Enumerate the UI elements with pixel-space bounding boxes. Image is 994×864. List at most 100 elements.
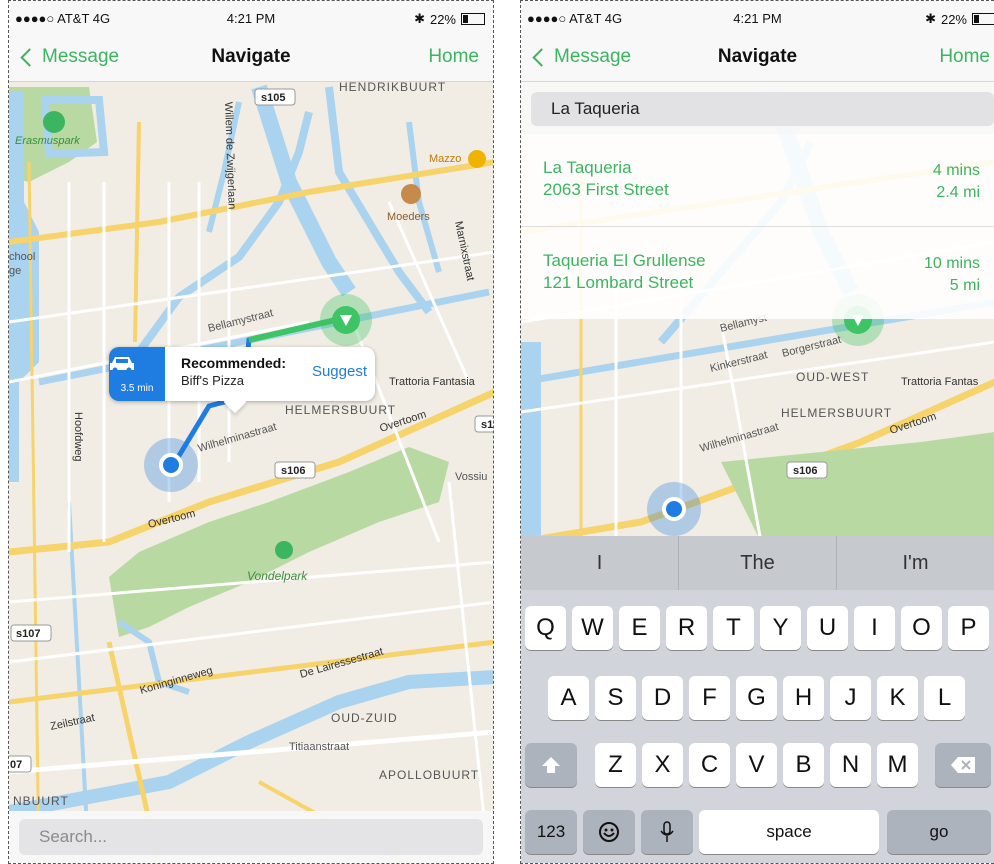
status-bar: ●●●●○ AT&T 4G 4:21 PM ✱ 22%: [9, 1, 493, 37]
microphone-icon: [660, 821, 674, 842]
key-h[interactable]: H: [783, 676, 824, 720]
result-address: 2063 First Street: [543, 180, 669, 199]
key-p[interactable]: P: [948, 606, 989, 650]
map-canvas: Erasmuspark Mazzo Moeders Vondelpark HEL…: [9, 82, 493, 863]
predictive-bar: I The I'm: [521, 536, 994, 590]
emoji-key[interactable]: [583, 810, 635, 854]
page-title: Navigate: [717, 46, 798, 67]
search-bar-container: La Taqueria: [521, 82, 994, 134]
shift-icon: [542, 757, 560, 773]
result-time: 4 mins: [932, 162, 980, 179]
key-d[interactable]: D: [642, 676, 683, 720]
suggest-button[interactable]: Suggest: [312, 363, 367, 380]
key-v[interactable]: V: [736, 743, 777, 787]
list-item[interactable]: La Taqueria 2063 First Street 4 mins 2.4…: [521, 134, 994, 224]
key-c[interactable]: C: [689, 743, 730, 787]
key-q[interactable]: Q: [525, 606, 566, 650]
space-key[interactable]: space: [699, 810, 879, 854]
battery-icon: [461, 13, 485, 25]
map-label-erasmuspark: Erasmuspark: [15, 135, 80, 147]
navigation-bar: Message Navigate Home: [9, 37, 493, 82]
eta-label: 3.5 min: [120, 383, 154, 394]
key-j[interactable]: J: [830, 676, 871, 720]
map-label-oud-zuid: OUD-ZUID: [331, 711, 398, 725]
road-shield-s105: s105: [261, 92, 285, 104]
emoji-icon: [599, 822, 619, 842]
road-shield-s107: s107: [16, 628, 40, 640]
map-label-vondelpark: Vondelpark: [247, 569, 308, 583]
map-label-oud-west: OUD-WEST: [796, 370, 869, 384]
bluetooth-icon: ✱: [414, 11, 425, 26]
result-name: Taqueria El Grullense: [543, 251, 706, 270]
recommended-place: Biff's Pizza: [181, 373, 244, 388]
key-a[interactable]: A: [548, 676, 589, 720]
car-icon: [110, 357, 134, 373]
bluetooth-icon: ✱: [925, 11, 936, 26]
key-i[interactable]: I: [854, 606, 895, 650]
key-w[interactable]: W: [572, 606, 613, 650]
map-label-helmersbuurt: HELMERSBUURT: [285, 403, 396, 417]
home-button[interactable]: Home: [428, 46, 479, 68]
status-bar: ●●●●○ AT&T 4G 4:21 PM ✱ 22%: [521, 1, 994, 37]
page-title: Navigate: [211, 46, 291, 67]
result-name: La Taqueria: [543, 158, 632, 177]
road-shield-s106: s106: [793, 465, 817, 477]
status-time: 4:21 PM: [733, 11, 782, 26]
map-label-trattoria: Trattoria Fantas: [901, 376, 979, 388]
map-label-apollobuurt: APOLLOBUURT: [379, 768, 479, 782]
numbers-key[interactable]: 123: [525, 810, 577, 854]
car-eta-badge: 3.5 min: [109, 347, 165, 401]
backspace-icon: [951, 757, 975, 773]
battery-icon: [972, 13, 994, 25]
phone-screen-search: OUD-WEST HELMERSBUURT Trattoria Fantas O…: [520, 0, 994, 864]
key-m[interactable]: M: [877, 743, 918, 787]
prediction-1[interactable]: I: [521, 536, 679, 590]
map-label-hoofdweg: Hoofdweg: [72, 412, 84, 462]
recommendation-callout[interactable]: 3.5 min Recommended: Biff's Pizza Sugges…: [109, 347, 375, 401]
key-t[interactable]: T: [713, 606, 754, 650]
map-view[interactable]: Erasmuspark Mazzo Moeders Vondelpark HEL…: [9, 82, 493, 863]
key-u[interactable]: U: [807, 606, 848, 650]
key-x[interactable]: X: [642, 743, 683, 787]
search-input[interactable]: Search...: [19, 819, 483, 855]
map-label-mazzo: Mazzo: [429, 153, 461, 165]
key-k[interactable]: K: [877, 676, 918, 720]
result-time: 10 mins: [923, 255, 980, 272]
prediction-2[interactable]: The: [679, 536, 837, 590]
delete-key[interactable]: [935, 743, 991, 787]
key-l[interactable]: L: [924, 676, 965, 720]
battery-percent: 22%: [429, 11, 456, 27]
list-item[interactable]: Taqueria El Grullense 121 Lombard Street…: [521, 226, 994, 317]
key-y[interactable]: Y: [760, 606, 801, 650]
key-e[interactable]: E: [619, 606, 660, 650]
map-label-ge: ge: [9, 265, 21, 277]
recommended-label: Recommended:: [181, 355, 287, 371]
key-o[interactable]: O: [901, 606, 942, 650]
key-g[interactable]: G: [736, 676, 777, 720]
map-label-moeders: Moeders: [387, 211, 430, 223]
key-f[interactable]: F: [689, 676, 730, 720]
shift-key[interactable]: [525, 743, 577, 787]
microphone-key[interactable]: [641, 810, 693, 854]
home-button[interactable]: Home: [939, 46, 990, 68]
result-address: 121 Lombard Street: [543, 273, 694, 292]
key-n[interactable]: N: [830, 743, 871, 787]
map-label-titiaanstraat: Titiaanstraat: [289, 741, 349, 753]
map-label-trattoria: Trattoria Fantasia: [389, 376, 476, 388]
map-label-nbuurt: NBUURT: [13, 794, 69, 808]
go-key[interactable]: go: [887, 810, 991, 854]
map-label-school: chool: [9, 251, 35, 263]
key-r[interactable]: R: [666, 606, 707, 650]
search-input[interactable]: La Taqueria: [531, 92, 994, 126]
key-z[interactable]: Z: [595, 743, 636, 787]
road-shield-s1: s1: [481, 419, 493, 431]
key-s[interactable]: S: [595, 676, 636, 720]
key-b[interactable]: B: [783, 743, 824, 787]
map-label-vossius: Vossiu: [455, 471, 487, 483]
prediction-3[interactable]: I'm: [837, 536, 994, 590]
search-results-list: La Taqueria 2063 First Street 4 mins 2.4…: [521, 134, 994, 319]
battery-percent: 22%: [940, 11, 967, 27]
map-label-helmersbuurt: HELMERSBUURT: [781, 406, 892, 420]
phone-screen-map: Erasmuspark Mazzo Moeders Vondelpark HEL…: [8, 0, 494, 864]
road-shield-s106: s106: [281, 465, 305, 477]
